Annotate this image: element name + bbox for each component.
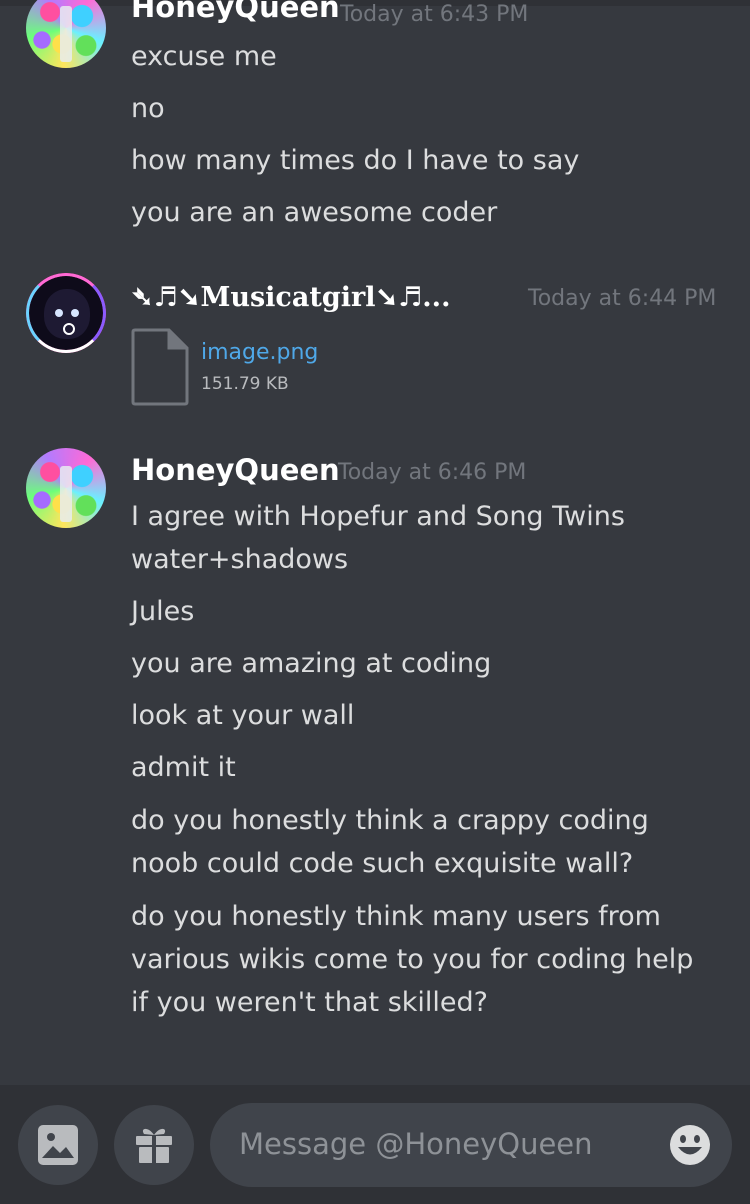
message-line: if you weren't that skilled? <box>131 987 488 1018</box>
message-line: you are amazing at coding <box>131 648 492 679</box>
message-line: Jules <box>131 596 195 627</box>
file-attachment[interactable]: image.png 151.79 KB <box>131 328 531 410</box>
avatar[interactable] <box>26 448 106 528</box>
file-name-link[interactable]: image.png <box>201 340 318 365</box>
message-line: do you honestly think many users from <box>131 901 661 932</box>
image-icon <box>38 1125 78 1165</box>
upload-image-button[interactable] <box>18 1105 98 1185</box>
avatar[interactable] <box>26 0 106 68</box>
file-size: 151.79 KB <box>201 374 289 394</box>
emoji-icon <box>670 1125 710 1165</box>
gift-button[interactable] <box>114 1105 194 1185</box>
gift-icon <box>136 1128 172 1163</box>
avatar[interactable] <box>26 273 106 353</box>
message-line: look at your wall <box>131 700 355 731</box>
message-line: you are an awesome coder <box>131 197 498 228</box>
emoji-button[interactable] <box>669 1124 711 1166</box>
message-input-placeholder: Message @HoneyQueen <box>239 1127 593 1161</box>
message-line: excuse me <box>131 41 277 72</box>
message-line: I agree with Hopefur and Song Twins <box>131 501 625 532</box>
message-line: noob could code such exquisite wall? <box>131 848 634 879</box>
message-timestamp: Today at 6:46 PM <box>338 460 527 485</box>
file-icon <box>131 328 189 406</box>
message-line: various wikis come to you for coding hel… <box>131 944 694 975</box>
message-line: no <box>131 93 165 124</box>
message-line: do you honestly think a crappy coding <box>131 805 649 836</box>
message-timestamp: Today at 6:44 PM <box>528 286 717 311</box>
author-name[interactable]: ➴♬➘Musicatgirl➘♬... <box>131 282 450 313</box>
author-name[interactable]: HoneyQueen <box>131 0 340 24</box>
author-name[interactable]: HoneyQueen <box>131 453 340 487</box>
message-line: how many times do I have to say <box>131 145 580 176</box>
message-line: water+shadows <box>131 544 349 575</box>
message-line: admit it <box>131 752 236 783</box>
message-timestamp: Today at 6:43 PM <box>340 2 529 27</box>
